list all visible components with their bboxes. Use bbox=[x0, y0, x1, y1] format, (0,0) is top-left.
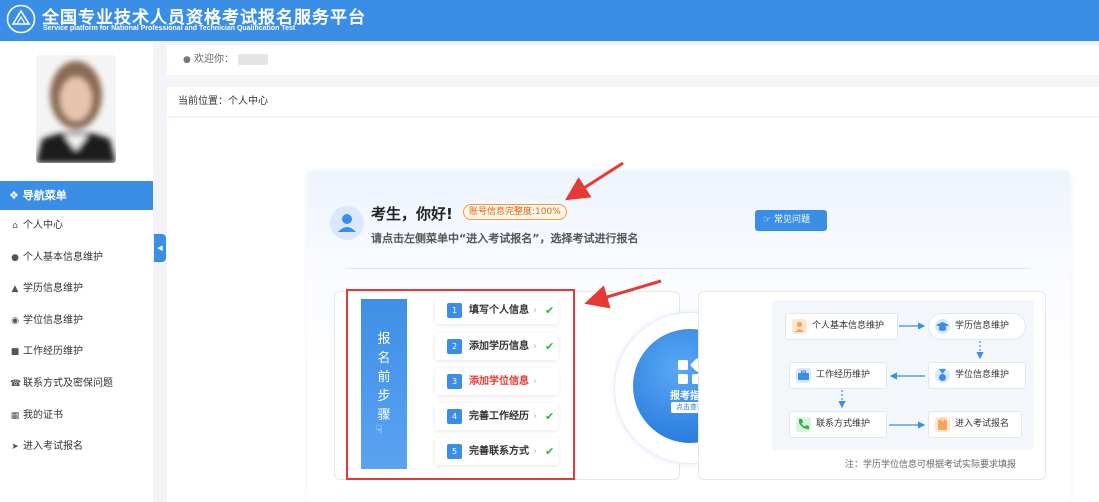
greeting-subtitle: 请点击左侧菜单中“进入考试报名”，选择考试进行报名 bbox=[371, 232, 639, 245]
phone-icon bbox=[796, 417, 811, 432]
arrow-circle-icon: ➤ bbox=[11, 442, 19, 452]
hand-pointer-icon: ☞ bbox=[763, 215, 772, 225]
medal-icon: ◉ bbox=[11, 316, 19, 326]
book-icon: ▦ bbox=[10, 411, 20, 421]
sidebar-item-my-certificates[interactable]: ▦ 我的证书 bbox=[0, 402, 153, 430]
sidebar: ❖ 导航菜单 ⌂ 个人中心 ● 个人基本信息维护 ▲ 学历信息维护 ◉ 学位信息维护 ■… bbox=[0, 41, 153, 502]
user-avatar-icon bbox=[330, 206, 364, 240]
flow-node-education: 学历信息维护 bbox=[928, 313, 1026, 340]
steps-highlight-box bbox=[346, 289, 575, 480]
sidebar-item-work-experience[interactable]: ■ 工作经历维护 bbox=[0, 338, 153, 366]
user-icon: ● bbox=[183, 55, 191, 65]
sidebar-item-enter-registration[interactable]: ➤ 进入考试报名 bbox=[0, 433, 153, 461]
sidebar-item-education[interactable]: ▲ 学历信息维护 bbox=[0, 275, 153, 303]
home-icon: ⌂ bbox=[12, 221, 18, 231]
graduation-cap-icon bbox=[935, 319, 950, 334]
app-header: 全国专业技术人员资格考试报名服务平台 Service platform for … bbox=[0, 0, 1099, 41]
completeness-badge: 账号信息完整度:100% bbox=[463, 204, 567, 220]
divider bbox=[345, 268, 1031, 269]
greeting-title: 考生，你好! bbox=[371, 205, 453, 223]
flow-node-basic-info: 个人基本信息维护 bbox=[785, 313, 898, 340]
avatar bbox=[36, 55, 116, 163]
flow-node-work-experience: 工作经历维护 bbox=[789, 362, 887, 389]
graduation-cap-icon: ▲ bbox=[11, 284, 19, 294]
nav-menu-header: ❖ 导航菜单 bbox=[0, 181, 153, 210]
flow-note: 注：学历学位信息可根据考试实际要求填报 bbox=[845, 460, 1017, 470]
briefcase-icon: ■ bbox=[10, 347, 20, 357]
flow-node-contact: 联系方式维护 bbox=[789, 411, 887, 438]
chevron-left-icon: ◀ bbox=[157, 244, 163, 252]
phone-icon: ☎ bbox=[10, 379, 22, 389]
user-bar: ● 欢迎你： bbox=[167, 45, 1099, 75]
home-icon: ❖ bbox=[9, 189, 19, 202]
welcome-text: 欢迎你： bbox=[194, 54, 235, 65]
faq-button[interactable]: ☞ 常见问题 bbox=[755, 210, 827, 231]
flow-node-enter-registration: 进入考试报名 bbox=[928, 411, 1022, 438]
sidebar-item-contact-security[interactable]: ☎ 联系方式及密保问题 bbox=[0, 370, 153, 398]
sidebar-item-basic-info[interactable]: ● 个人基本信息维护 bbox=[0, 244, 153, 272]
user-icon: ● bbox=[11, 253, 19, 263]
breadcrumb: 当前位置：个人中心 bbox=[167, 87, 1099, 117]
sidebar-item-degree[interactable]: ◉ 学位信息维护 bbox=[0, 307, 153, 335]
medal-icon bbox=[935, 368, 950, 383]
pta-logo-icon bbox=[6, 4, 36, 34]
flow-node-degree: 学位信息维护 bbox=[928, 362, 1026, 389]
clipboard-icon bbox=[935, 417, 950, 432]
user-icon bbox=[792, 319, 807, 334]
sidebar-item-personal-center[interactable]: ⌂ 个人中心 bbox=[0, 212, 153, 240]
sidebar-collapse-toggle[interactable]: ◀ bbox=[154, 234, 166, 262]
username-redacted bbox=[238, 53, 269, 65]
app-subtitle: Service platform for National Profession… bbox=[43, 25, 296, 32]
briefcase-icon bbox=[796, 368, 811, 383]
